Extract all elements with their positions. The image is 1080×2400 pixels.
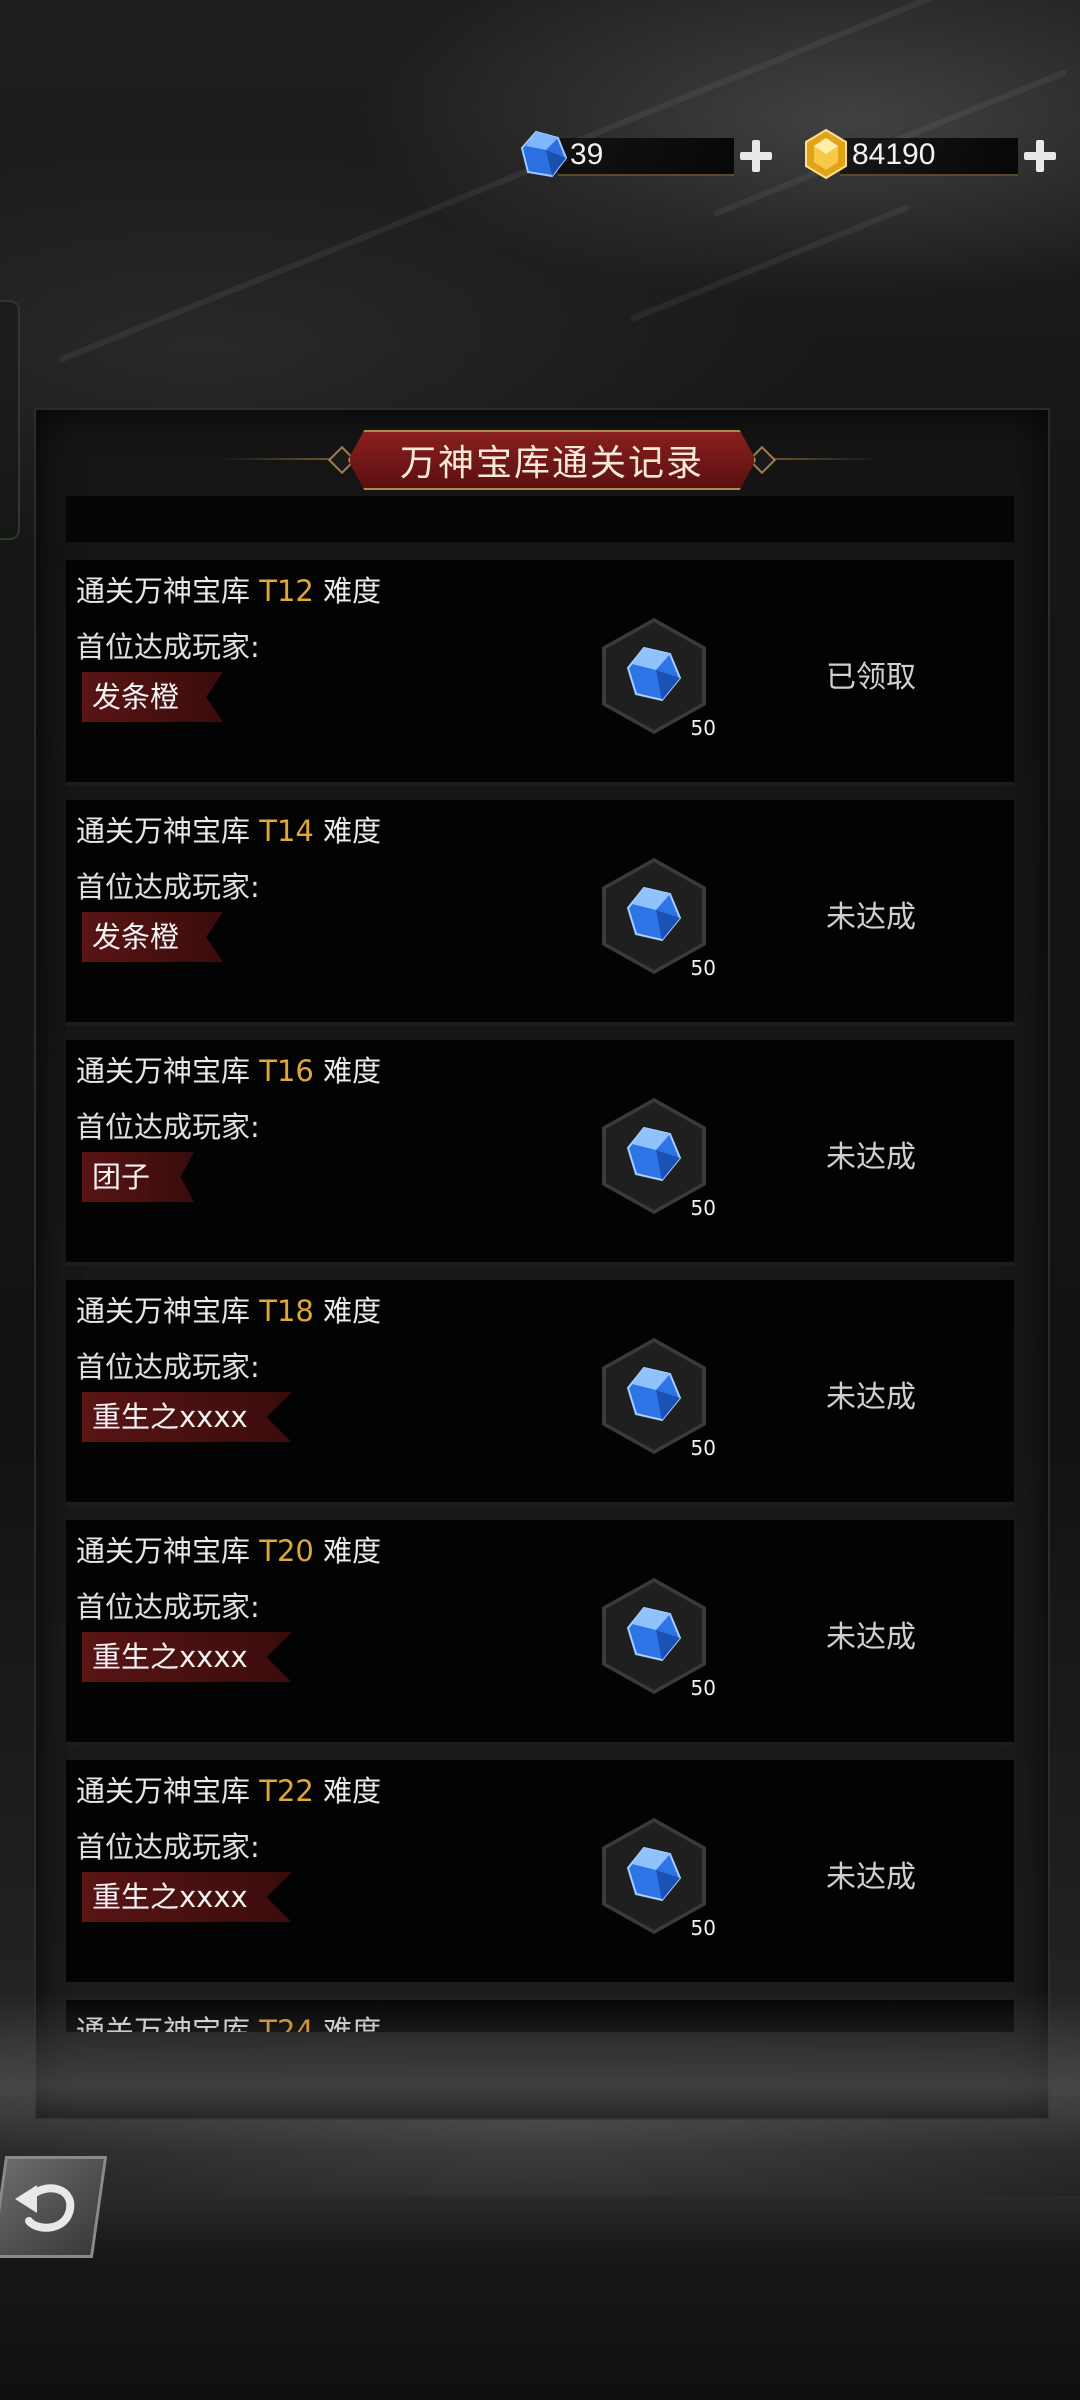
reward-slot[interactable]: 50 [602,858,716,980]
tier-label: T24 [259,2014,314,2032]
claim-status[interactable]: 未达成 [826,892,916,936]
gold-count: 84190 [852,138,936,171]
record-card: 通关万神宝库 T14 难度 首位达成玩家: 发条橙 50 未达成 [66,800,1014,1026]
record-title: 通关万神宝库 T14 难度 [76,814,382,848]
record-title: 通关万神宝库 T22 难度 [76,1774,382,1808]
gem-currency: 39 [518,128,774,184]
first-player-label: 首位达成玩家: [76,1590,260,1624]
reward-slot[interactable]: 50 [602,1098,716,1220]
reward-count: 50 [690,1196,716,1220]
gold-gem-icon [805,128,847,180]
reward-count: 50 [690,956,716,980]
claim-status[interactable]: 未达成 [826,1852,916,1896]
record-title: 通关万神宝库 T16 难度 [76,1054,382,1088]
panel-title: 万神宝库通关记录 [399,443,704,484]
records-list[interactable]: 通关万神宝库 T12 难度 首位达成玩家: 发条橙 50 已领取 通关万神宝库 … [66,560,1014,2032]
blue-gem-icon [626,886,682,942]
blue-gem-icon [626,1846,682,1902]
gem-count: 39 [570,138,604,171]
first-player-label: 首位达成玩家: [76,870,260,904]
record-card: 通关万神宝库 T18 难度 首位达成玩家: 重生之xxxx 50 未达成 [66,1280,1014,1506]
reward-count: 50 [690,1676,716,1700]
player-name-tag: 重生之xxxx [82,1872,292,1922]
blue-gem-icon [626,1126,682,1182]
record-title: 通关万神宝库 T20 难度 [76,1534,382,1568]
tier-label: T22 [259,1774,314,1808]
title-divider-left [220,458,344,460]
first-player-label: 首位达成玩家: [76,1110,260,1144]
record-card: 通关万神宝库 T22 难度 首位达成玩家: 重生之xxxx 50 未达成 [66,1760,1014,1986]
title-banner: 万神宝库通关记录 [348,430,756,490]
record-card: 通关万神宝库 T20 难度 首位达成玩家: 重生之xxxx 50 未达成 [66,1520,1014,1746]
tier-label: T12 [259,574,314,608]
blue-gem-icon [626,646,682,702]
record-card: 通关万神宝库 T16 难度 首位达成玩家: 团子 50 未达成 [66,1040,1014,1266]
tier-label: T14 [259,814,314,848]
add-gems-button[interactable] [738,138,774,174]
blue-gem-icon [626,1606,682,1662]
claim-status[interactable]: 未达成 [826,1132,916,1176]
player-name-tag: 重生之xxxx [82,1632,292,1682]
reward-count: 50 [690,1916,716,1940]
record-title: 通关万神宝库 T12 难度 [76,574,382,608]
record-title: 通关万神宝库 T24 难度 [76,2008,381,2032]
claim-status[interactable]: 已领取 [826,652,916,696]
reward-slot[interactable]: 50 [602,1338,716,1460]
record-title: 通关万神宝库 T18 难度 [76,1294,382,1328]
claim-status[interactable]: 未达成 [826,1612,916,1656]
player-name-tag: 发条橙 [82,912,224,962]
player-name-tag: 重生之xxxx [82,1392,292,1442]
reward-slot[interactable]: 50 [602,1818,716,1940]
first-player-label: 首位达成玩家: [76,1350,260,1384]
claim-status[interactable]: 未达成 [826,1372,916,1416]
first-player-label: 首位达成玩家: [76,630,260,664]
reward-count: 50 [690,1436,716,1460]
player-name-tag: 发条橙 [82,672,224,722]
back-button[interactable] [0,2156,108,2258]
add-gold-button[interactable] [1022,138,1058,174]
first-player-label: 首位达成玩家: [76,1830,260,1864]
blue-gem-icon [626,1366,682,1422]
reward-slot[interactable]: 50 [602,618,716,740]
side-tab[interactable] [0,300,20,540]
record-card: 通关万神宝库 T12 难度 首位达成玩家: 发条橙 50 已领取 [66,560,1014,786]
back-arrow-icon [15,2184,75,2232]
record-card: 通关万神宝库 T24 难度 [66,2000,1014,2032]
bottom-bar [0,2196,1080,2400]
blue-gem-icon [520,130,568,178]
reward-count: 50 [690,716,716,740]
tier-label: T20 [259,1534,314,1568]
tier-label: T16 [259,1054,314,1088]
player-name-tag: 团子 [82,1152,195,1202]
reward-slot[interactable]: 50 [602,1578,716,1700]
list-header-strip [66,496,1014,542]
tier-label: T18 [259,1294,314,1328]
gold-currency: 84190 [800,128,1058,184]
